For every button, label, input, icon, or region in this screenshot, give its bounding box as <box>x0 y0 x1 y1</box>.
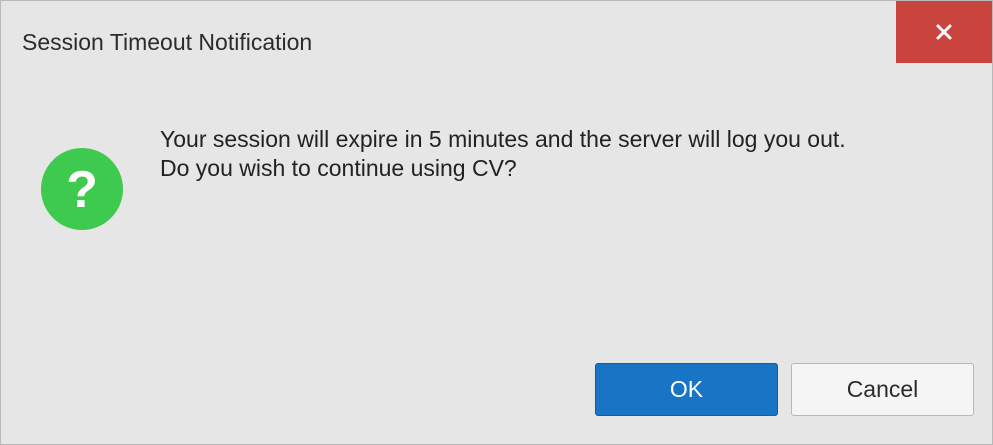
message-line-2: Do you wish to continue using CV? <box>160 155 517 181</box>
session-timeout-dialog: Session Timeout Notification ? Your sess… <box>0 0 993 445</box>
ok-button[interactable]: OK <box>595 363 778 416</box>
question-icon: ? <box>40 147 124 231</box>
cancel-button[interactable]: Cancel <box>791 363 974 416</box>
message-line-1: Your session will expire in 5 minutes an… <box>160 126 846 152</box>
dialog-title: Session Timeout Notification <box>22 29 313 55</box>
close-button[interactable] <box>896 1 992 63</box>
svg-text:?: ? <box>66 161 98 219</box>
dialog-message: Your session will expire in 5 minutes an… <box>160 125 846 183</box>
title-bar: Session Timeout Notification <box>1 1 992 85</box>
close-icon <box>935 23 953 41</box>
